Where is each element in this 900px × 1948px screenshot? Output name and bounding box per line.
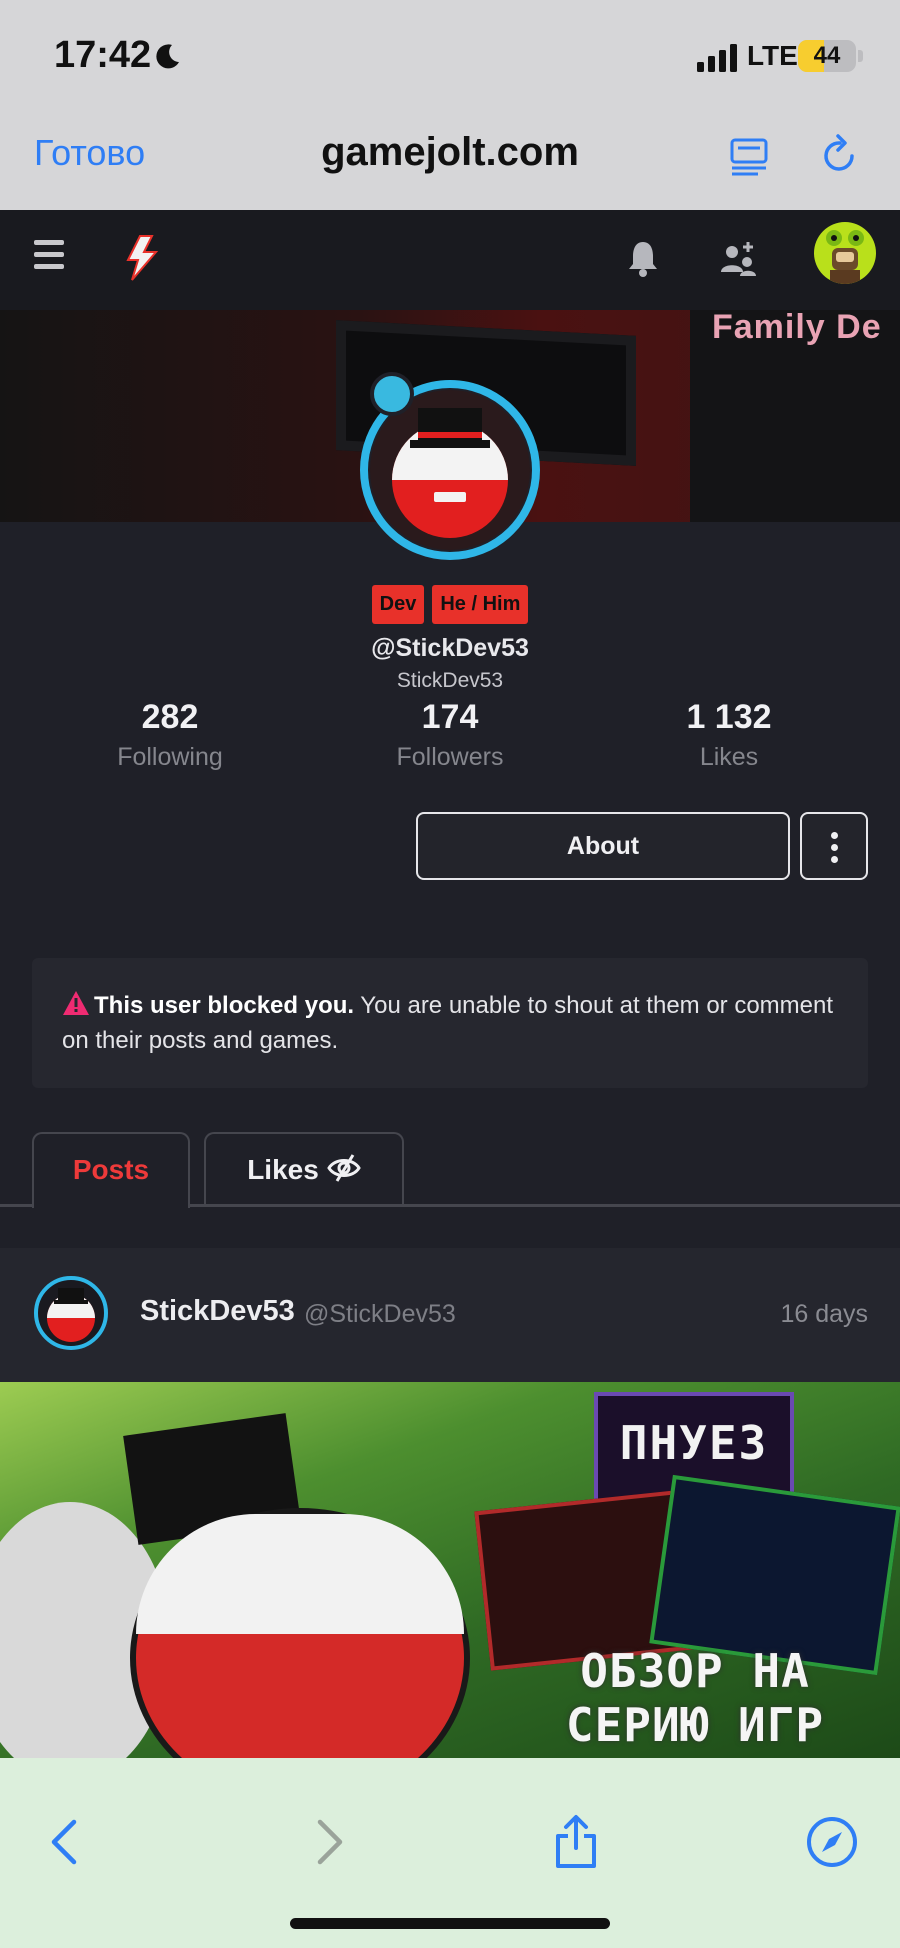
jellyfish-badge-icon	[370, 372, 414, 416]
status-bar: 17:42 LTE 44	[0, 0, 900, 110]
tag-dev: Dev	[371, 585, 425, 624]
stat-following[interactable]: 282 Following	[60, 698, 280, 772]
post-header: StickDev53 @StickDev53 16 days	[0, 1248, 900, 1382]
profile-tags: Dev He / Him	[0, 585, 900, 624]
tab-posts-label: Posts	[72, 1154, 150, 1185]
red-ball-avatar-icon	[47, 1288, 95, 1342]
gamejolt-logo-icon[interactable]	[122, 234, 162, 282]
compass-icon[interactable]	[804, 1814, 860, 1870]
menu-icon[interactable]	[34, 240, 64, 274]
battery-tip	[858, 50, 863, 62]
stat-likes-value: 1 132	[686, 698, 772, 736]
frog-avatar-icon	[826, 230, 864, 284]
battery-percent: 44	[813, 42, 841, 69]
post-timestamp[interactable]: 16 days	[780, 1300, 868, 1329]
profile-handle: @StickDev53	[371, 634, 529, 662]
about-button[interactable]: About	[416, 812, 790, 880]
post-author-handle[interactable]: @StickDev53	[304, 1300, 456, 1329]
notifications-bell-icon[interactable]	[626, 238, 660, 278]
post-image-title: ПНУЕЗ	[619, 1416, 769, 1470]
stat-likes[interactable]: 1 132 Likes	[619, 698, 839, 772]
post-author-name[interactable]: StickDev53	[140, 1295, 295, 1328]
tab-likes-label: Likes	[247, 1154, 319, 1185]
back-arrow-icon[interactable]	[38, 1814, 94, 1870]
status-time: 17:42	[54, 34, 152, 76]
reader-view-icon[interactable]	[726, 132, 772, 178]
stat-following-value: 282	[141, 698, 199, 736]
reload-icon[interactable]	[816, 132, 862, 178]
post-image-character	[130, 1508, 470, 1758]
signal-icon	[697, 44, 737, 72]
warning-icon	[63, 991, 89, 1015]
post-image-caption: ОБЗОР НА СЕРИЮ ИГР	[565, 1644, 825, 1752]
banner-text: Family De	[712, 310, 882, 346]
blocked-notice-title: This user blocked you.	[94, 992, 355, 1019]
url-domain[interactable]: gamejolt.com	[200, 130, 700, 175]
share-icon[interactable]	[548, 1814, 604, 1870]
network-type: LTE	[747, 40, 798, 71]
stat-followers-label: Followers	[396, 743, 504, 771]
done-button[interactable]: Готово	[34, 132, 145, 174]
stat-likes-label: Likes	[699, 743, 759, 771]
battery-icon: 44	[798, 40, 856, 72]
tab-likes[interactable]: Likes	[204, 1132, 404, 1206]
post-author-avatar[interactable]	[34, 1276, 108, 1350]
moon-icon	[156, 44, 179, 69]
stat-followers-value: 174	[421, 698, 479, 736]
hidden-eye-icon	[327, 1154, 361, 1182]
stat-followers[interactable]: 174 Followers	[340, 698, 560, 772]
home-indicator	[290, 1918, 610, 1929]
more-options-button[interactable]	[800, 812, 868, 880]
stat-following-label: Following	[117, 743, 223, 771]
site-navigation	[0, 210, 900, 310]
tag-pronouns: He / Him	[432, 585, 529, 624]
tab-posts[interactable]: Posts	[32, 1132, 190, 1208]
current-user-avatar[interactable]	[814, 222, 876, 284]
blocked-notice: This user blocked you. You are unable to…	[32, 958, 868, 1088]
profile-display-name: StickDev53	[396, 669, 504, 692]
forward-arrow-icon[interactable]	[300, 1814, 356, 1870]
friends-icon[interactable]	[718, 238, 758, 278]
browser-top-chrome: 17:42 LTE 44 Готово gamejolt.com	[0, 0, 900, 210]
safari-address-bar: Готово gamejolt.com	[0, 110, 900, 210]
post-image[interactable]: ПНУЕЗ ОБЗОР НА СЕРИЮ ИГР	[0, 1382, 900, 1758]
